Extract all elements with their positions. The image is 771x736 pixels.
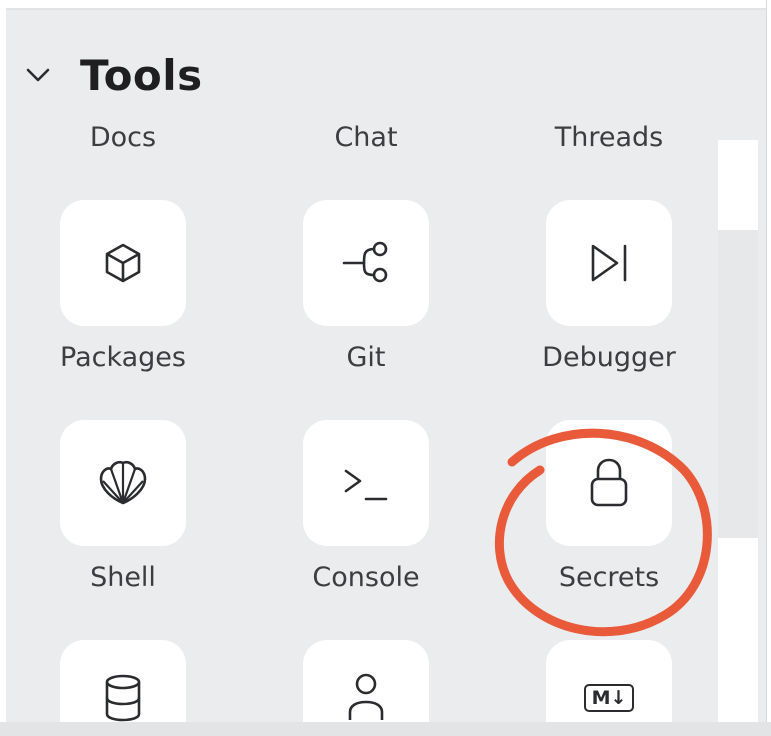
tool-label-secrets[interactable]: Secrets: [499, 562, 718, 593]
panel-border: [766, 0, 771, 736]
tool-tile-user[interactable]: [303, 640, 429, 722]
chevron-down-icon[interactable]: [20, 57, 56, 93]
tool-tile-console[interactable]: [303, 420, 429, 546]
tool-label-debugger[interactable]: Debugger: [499, 342, 718, 373]
tool-label-console[interactable]: Console: [256, 562, 476, 593]
section-title: Tools: [80, 50, 203, 100]
tool-tile-secrets[interactable]: [546, 420, 672, 546]
git-branch-icon: [342, 241, 388, 283]
tool-label-docs[interactable]: Docs: [13, 122, 233, 153]
markdown-icon-text: M↓: [591, 687, 627, 709]
tool-tile-git[interactable]: [303, 200, 429, 326]
tool-label-shell[interactable]: Shell: [13, 562, 233, 593]
tool-label-git[interactable]: Git: [256, 342, 476, 373]
markdown-icon: M↓: [583, 684, 635, 712]
scrollbar-thumb[interactable]: [718, 230, 758, 538]
tool-tile-debugger[interactable]: [546, 200, 672, 326]
tool-tile-markdown[interactable]: M↓: [546, 640, 672, 722]
tool-label-packages[interactable]: Packages: [13, 342, 233, 373]
tools-grid: Docs Chat Threads Packages Git Debugger …: [6, 120, 718, 722]
tool-tile-shell[interactable]: [60, 420, 186, 546]
debugger-play-icon: [591, 244, 627, 282]
lock-icon: [590, 458, 628, 507]
cube-icon: [105, 243, 141, 283]
user-icon: [348, 673, 384, 720]
tool-label-chat[interactable]: Chat: [256, 122, 476, 153]
bottom-border: [0, 722, 771, 736]
shell-icon: [99, 460, 147, 505]
tools-panel: Tools Docs Chat Threads Packages Git Deb…: [0, 0, 771, 736]
section-header[interactable]: Tools: [20, 40, 203, 110]
tool-label-threads[interactable]: Threads: [499, 122, 718, 153]
tool-tile-packages[interactable]: [60, 200, 186, 326]
terminal-prompt-icon: [344, 469, 388, 501]
tool-tile-database[interactable]: [60, 640, 186, 722]
database-icon: [105, 674, 141, 722]
